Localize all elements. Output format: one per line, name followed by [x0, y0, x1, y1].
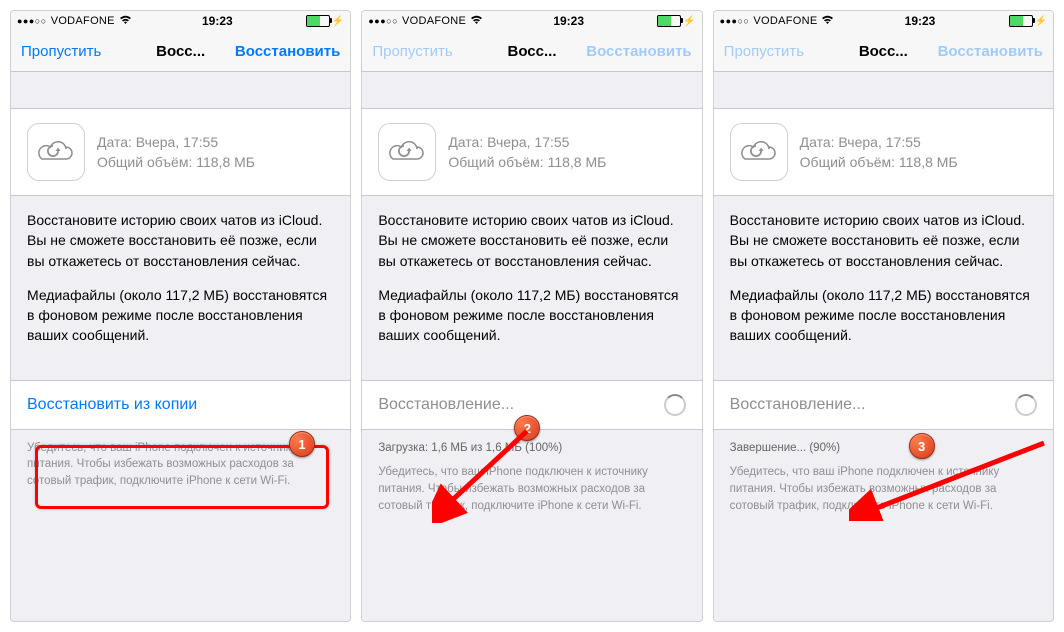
info-paragraph-2: Медиафайлы (около 117,2 МБ) восстановятс… [362, 285, 701, 360]
skip-button: Пропустить [372, 43, 452, 60]
info-paragraph-1: Восстановите историю своих чатов из iClo… [11, 196, 350, 285]
backup-info-card: Дата: Вчера, 17:55 Общий объём: 118,8 МБ [11, 108, 350, 196]
wifi-icon [470, 15, 483, 28]
backup-date: Дата: Вчера, 17:55 [448, 132, 606, 152]
phone-screen-2: ●●●○○ VODAFONE 19:23 ⚡ Пропустить Восс..… [361, 10, 702, 622]
restore-button: Восстановить [586, 43, 691, 60]
info-paragraph-1: Восстановите историю своих чатов из iClo… [714, 196, 1053, 285]
signal-icon: ●●●○○ [720, 16, 750, 26]
charging-icon: ⚡ [1035, 16, 1047, 27]
carrier-label: VODAFONE [402, 15, 466, 27]
footer-hint: Убедитесь, что ваш iPhone подключен к ис… [730, 464, 1037, 514]
phone-screen-3: ●●●○○ VODAFONE 19:23 ⚡ Пропустить Восс..… [713, 10, 1054, 622]
wifi-icon [821, 15, 834, 28]
download-progress: Загрузка: 1,6 МБ из 1,6 МБ (100%) [378, 440, 685, 457]
restoring-status-row: Восстановление... [714, 380, 1053, 430]
footer-hint: Убедитесь, что ваш iPhone подключен к ис… [378, 464, 685, 514]
info-paragraph-1: Восстановите историю своих чатов из iClo… [362, 196, 701, 285]
charging-icon: ⚡ [683, 16, 695, 27]
status-time: 19:23 [483, 14, 654, 28]
restore-button: Восстановить [938, 43, 1043, 60]
spinner-icon [664, 394, 686, 416]
restoring-label: Восстановление... [730, 396, 866, 414]
backup-info-card: Дата: Вчера, 17:55 Общий объём: 118,8 МБ [714, 108, 1053, 196]
skip-button: Пропустить [724, 43, 804, 60]
restore-from-copy-button[interactable]: Восстановить из копии [11, 380, 350, 430]
backup-size: Общий объём: 118,8 МБ [448, 152, 606, 172]
backup-date: Дата: Вчера, 17:55 [800, 132, 958, 152]
nav-bar: Пропустить Восс... Восстановить [11, 31, 350, 72]
nav-bar: Пропустить Восс... Восстановить [362, 31, 701, 72]
charging-icon: ⚡ [332, 16, 344, 27]
carrier-label: VODAFONE [51, 15, 115, 27]
cloud-restore-icon [27, 123, 85, 181]
info-paragraph-2: Медиафайлы (около 117,2 МБ) восстановятс… [11, 285, 350, 360]
finishing-progress: Завершение... (90%) [730, 440, 1037, 457]
status-time: 19:23 [834, 14, 1005, 28]
status-bar: ●●●○○ VODAFONE 19:23 ⚡ [362, 11, 701, 31]
signal-icon: ●●●○○ [17, 16, 47, 26]
battery-icon [306, 15, 330, 27]
backup-info-card: Дата: Вчера, 17:55 Общий объём: 118,8 МБ [362, 108, 701, 196]
spinner-icon [1015, 394, 1037, 416]
restore-button[interactable]: Восстановить [235, 43, 340, 60]
status-bar: ●●●○○ VODAFONE 19:23 ⚡ [714, 11, 1053, 31]
status-bar: ●●●○○ VODAFONE 19:23 ⚡ [11, 11, 350, 31]
step-badge-3: 3 [909, 433, 935, 459]
signal-icon: ●●●○○ [368, 16, 398, 26]
battery-icon [1009, 15, 1033, 27]
skip-button[interactable]: Пропустить [21, 43, 101, 60]
wifi-icon [119, 15, 132, 28]
status-time: 19:23 [132, 14, 303, 28]
carrier-label: VODAFONE [753, 15, 817, 27]
step-badge-1: 1 [289, 431, 315, 457]
backup-size: Общий объём: 118,8 МБ [800, 152, 958, 172]
phone-screen-1: ●●●○○ VODAFONE 19:23 ⚡ Пропустить Восс..… [10, 10, 351, 622]
backup-size: Общий объём: 118,8 МБ [97, 152, 255, 172]
restoring-label: Восстановление... [378, 396, 514, 414]
cloud-restore-icon [378, 123, 436, 181]
battery-icon [657, 15, 681, 27]
info-paragraph-2: Медиафайлы (около 117,2 МБ) восстановятс… [714, 285, 1053, 360]
backup-date: Дата: Вчера, 17:55 [97, 132, 255, 152]
cloud-restore-icon [730, 123, 788, 181]
nav-bar: Пропустить Восс... Восстановить [714, 31, 1053, 72]
